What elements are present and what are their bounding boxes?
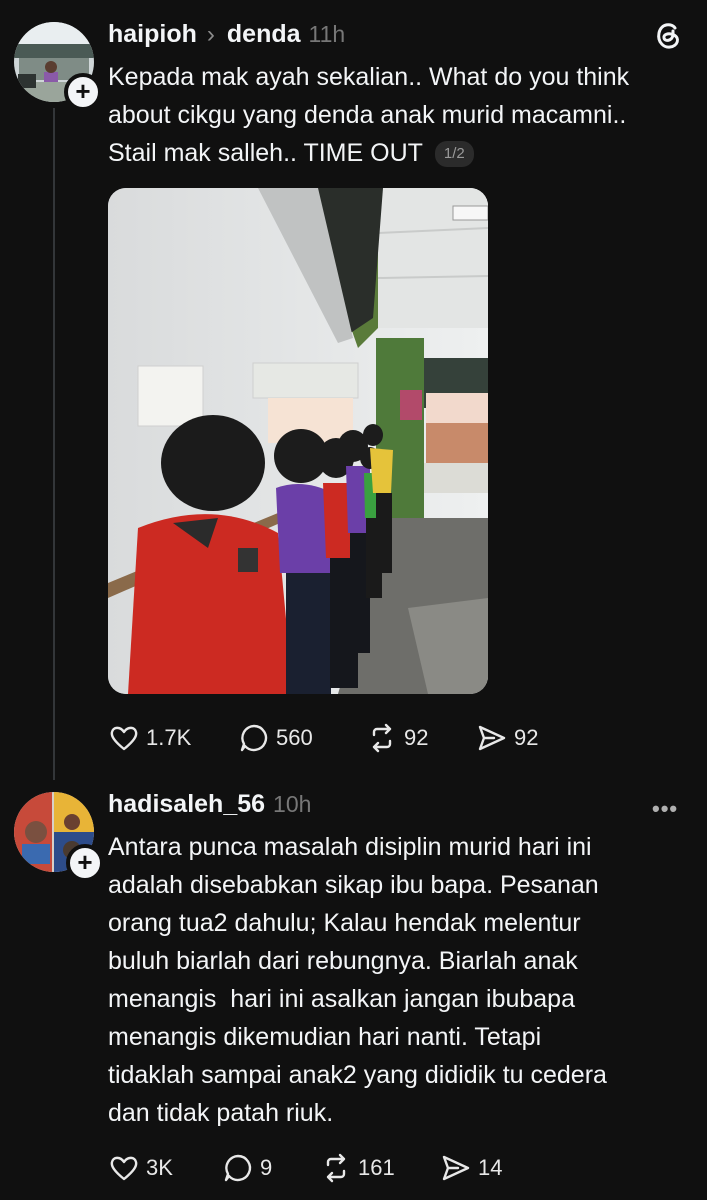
post-image[interactable] bbox=[108, 188, 488, 694]
share-count: 92 bbox=[514, 725, 539, 750]
repost-button[interactable]: 161 bbox=[320, 1152, 440, 1184]
post-text-line: Stail mak salleh.. TIME OUT 1/2 bbox=[108, 134, 629, 172]
heart-icon bbox=[110, 726, 138, 751]
like-count: 1.7K bbox=[146, 725, 192, 750]
reply-text-line: buluh biarlah dari rebungnya. Biarlah an… bbox=[108, 947, 578, 975]
reply-text-line: dan tidak patah riuk. bbox=[108, 1099, 334, 1127]
reply-time: 10h bbox=[273, 791, 312, 817]
reply-text-line: menangis hari ini asalkan jangan ibubapa bbox=[108, 985, 575, 1013]
image-counter-badge: 1/2 bbox=[434, 141, 474, 167]
repost-icon bbox=[326, 1153, 346, 1183]
post-text-line: about cikgu yang denda anak murid macamn… bbox=[108, 101, 627, 129]
send-icon bbox=[478, 725, 506, 751]
share-button[interactable]: 92 bbox=[476, 722, 538, 754]
reply-header: hadisaleh_56 10h bbox=[108, 790, 311, 819]
reply-text-line: Antara punca masalah disiplin murid hari… bbox=[108, 833, 592, 861]
like-count: 3K bbox=[146, 1155, 173, 1180]
reply-text-line: adalah disebabkan sikap ibu bapa. Pesana… bbox=[108, 871, 599, 899]
post-topic[interactable]: denda bbox=[227, 20, 301, 49]
reply-button[interactable]: 560 bbox=[238, 722, 366, 754]
reply-text-line: orang tua2 dahulu; Kalau hendak melentur bbox=[108, 909, 581, 937]
like-button[interactable]: 1.7K bbox=[108, 722, 238, 754]
reply-count: 9 bbox=[260, 1155, 273, 1180]
chevron-right-icon: › bbox=[206, 21, 215, 48]
comment-icon bbox=[224, 1154, 252, 1182]
reply-count: 560 bbox=[276, 725, 313, 750]
share-button[interactable]: 14 bbox=[440, 1152, 502, 1184]
post-username[interactable]: haipioh bbox=[108, 20, 197, 49]
post-text-line: Kepada mak ayah sekalian.. What do you t… bbox=[108, 63, 630, 91]
thread-connector-line bbox=[53, 108, 55, 780]
more-options-icon[interactable]: ••• bbox=[652, 796, 678, 822]
follow-button-hadisaleh[interactable]: + bbox=[66, 844, 104, 882]
threads-logo-icon[interactable] bbox=[651, 18, 685, 52]
post-header: haipioh › denda 11h bbox=[108, 20, 345, 49]
post-time: 11h bbox=[308, 21, 346, 47]
reply-action-bar: 3K 9 161 14 bbox=[108, 1152, 502, 1184]
reply-text-line: tidaklah sampai anak2 yang dididik tu ce… bbox=[108, 1061, 607, 1089]
repost-count: 161 bbox=[358, 1155, 395, 1180]
repost-button[interactable]: 92 bbox=[366, 722, 476, 754]
repost-icon bbox=[372, 723, 392, 753]
post-action-bar: 1.7K 560 92 92 bbox=[108, 722, 538, 754]
share-count: 14 bbox=[478, 1155, 503, 1180]
repost-count: 92 bbox=[404, 725, 429, 750]
reply-text-line: menangis dikemudian hari nanti. Tetapi bbox=[108, 1023, 542, 1051]
send-icon bbox=[442, 1155, 470, 1181]
reply-button[interactable]: 9 bbox=[222, 1152, 320, 1184]
reply-username[interactable]: hadisaleh_56 bbox=[108, 790, 265, 819]
post-body: Kepada mak ayah sekalian.. What do you t… bbox=[108, 58, 629, 172]
like-button[interactable]: 3K bbox=[108, 1152, 222, 1184]
comment-icon bbox=[240, 724, 268, 752]
reply-body: Antara punca masalah disiplin murid hari… bbox=[108, 828, 607, 1132]
follow-button-haipioh[interactable]: + bbox=[64, 73, 102, 111]
heart-icon bbox=[110, 1156, 138, 1181]
